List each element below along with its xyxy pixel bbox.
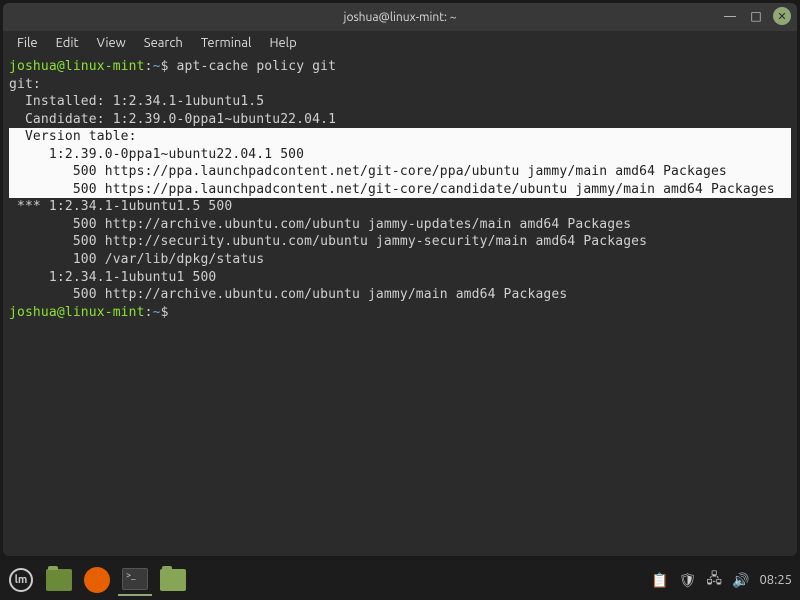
terminal-icon <box>122 568 148 590</box>
maximize-button[interactable]: □ <box>747 7 765 25</box>
prompt-sep1: : <box>145 305 153 320</box>
highlighted-line: 1:2.39.0-0ppa1~ubuntu22.04.1 500 <box>9 146 791 164</box>
prompt-path: ~ <box>153 59 161 74</box>
minimize-button[interactable]: — <box>721 7 739 25</box>
output-line: 500 http://security.ubuntu.com/ubuntu ja… <box>9 234 647 249</box>
desktop-icon <box>46 569 72 591</box>
output-line: Installed: 1:2.34.1-1ubuntu1.5 <box>9 94 264 109</box>
clock[interactable]: 08:25 <box>759 573 796 587</box>
output-line: 100 /var/lib/dpkg/status <box>9 252 264 267</box>
output-line: 500 http://archive.ubuntu.com/ubuntu jam… <box>9 217 631 232</box>
terminal-area[interactable]: joshua@linux-mint:~$ apt-cache policy gi… <box>3 55 797 556</box>
mint-logo-icon: lm <box>9 568 33 592</box>
prompt-sep2: $ <box>161 305 177 320</box>
prompt-user: joshua@linux-mint <box>9 305 145 320</box>
prompt-user: joshua@linux-mint <box>9 59 145 74</box>
menu-search[interactable]: Search <box>136 34 191 52</box>
files-launcher[interactable] <box>156 564 190 596</box>
shield-icon[interactable]: 🛡 <box>679 572 697 589</box>
output-line: git: <box>9 77 41 92</box>
menu-view[interactable]: View <box>89 34 134 52</box>
highlighted-line: 500 https://ppa.launchpadcontent.net/git… <box>9 163 791 181</box>
menu-file[interactable]: File <box>9 34 46 52</box>
titlebar: joshua@linux-mint: ~ — □ ✕ <box>3 3 797 31</box>
prompt-path: ~ <box>153 305 161 320</box>
output-line: *** 1:2.34.1-1ubuntu1.5 500 <box>9 199 232 214</box>
prompt-sep2: $ <box>161 59 177 74</box>
close-button[interactable]: ✕ <box>773 7 791 25</box>
start-menu-button[interactable]: lm <box>4 564 38 596</box>
clipboard-icon[interactable]: 📋 <box>651 572 668 589</box>
menubar: File Edit View Search Terminal Help <box>3 31 797 55</box>
output-line: 500 http://archive.ubuntu.com/ubuntu jam… <box>9 287 567 302</box>
highlighted-line: Version table: <box>9 128 791 146</box>
show-desktop-button[interactable] <box>42 564 76 596</box>
menu-terminal[interactable]: Terminal <box>193 34 260 52</box>
taskbar: lm 📋 🛡 🖧 🔊 08:25 <box>0 560 800 600</box>
volume-icon[interactable]: 🔊 <box>732 572 749 589</box>
terminal-launcher[interactable] <box>118 564 152 596</box>
highlighted-line: 500 https://ppa.launchpadcontent.net/git… <box>9 181 791 199</box>
firefox-launcher[interactable] <box>80 564 114 596</box>
folder-icon <box>160 569 186 591</box>
output-line: Candidate: 1:2.39.0-0ppa1~ubuntu22.04.1 <box>9 112 336 127</box>
menu-edit[interactable]: Edit <box>48 34 87 52</box>
window-title: joshua@linux-mint: ~ <box>344 11 457 24</box>
menu-help[interactable]: Help <box>261 34 304 52</box>
prompt-sep1: : <box>145 59 153 74</box>
firefox-icon <box>84 567 110 593</box>
terminal-window: joshua@linux-mint: ~ — □ ✕ File Edit Vie… <box>3 3 797 556</box>
output-line: 1:2.34.1-1ubuntu1 500 <box>9 270 216 285</box>
command-text: apt-cache policy git <box>177 59 337 74</box>
network-icon[interactable]: 🖧 <box>706 568 722 592</box>
